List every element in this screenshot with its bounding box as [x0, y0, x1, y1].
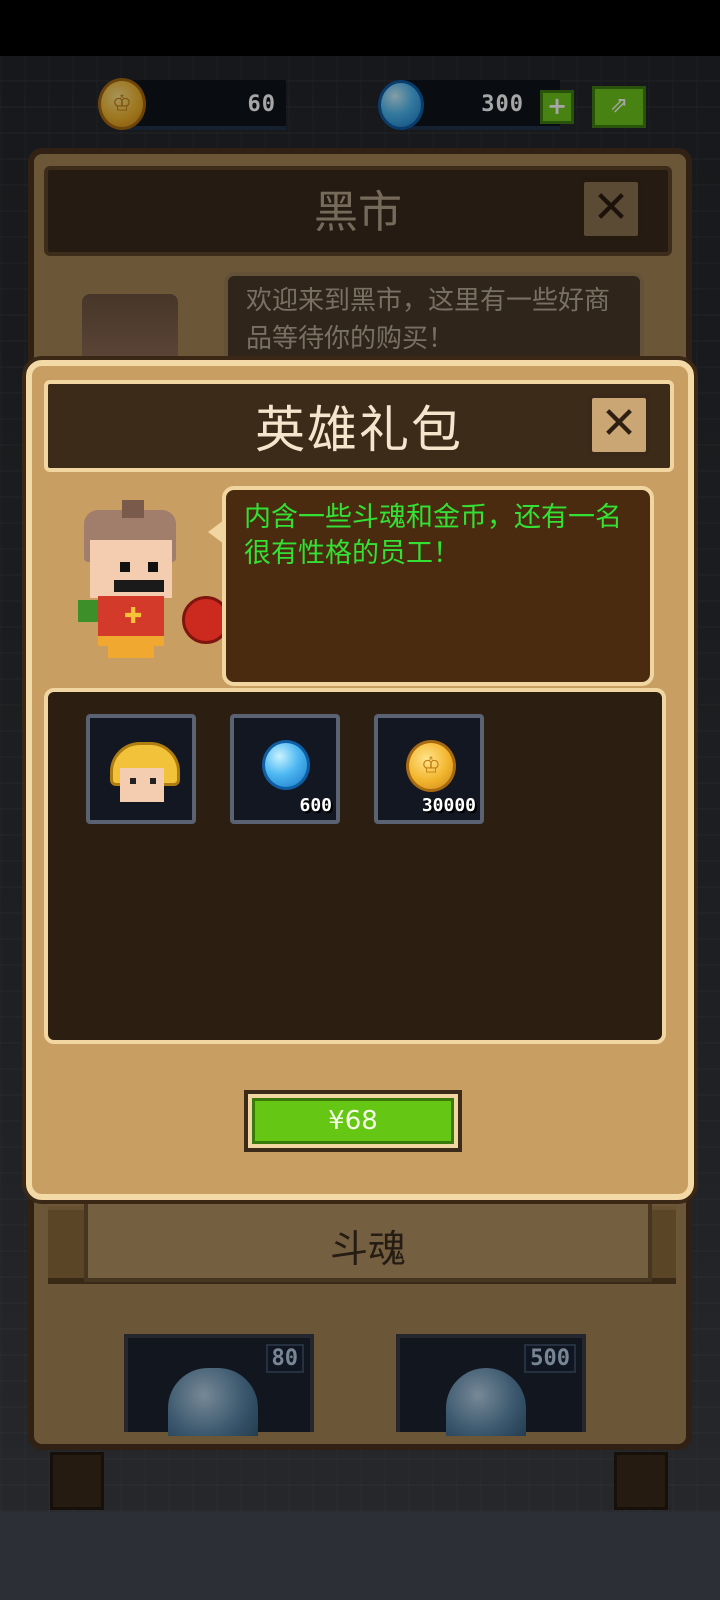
status-bar: [0, 0, 720, 56]
content-slot-hero[interactable]: [86, 714, 196, 824]
navigation-bar: [0, 1512, 720, 1600]
content-slot-gems[interactable]: 600: [230, 714, 340, 824]
content-slot-coins[interactable]: 30000: [374, 714, 484, 824]
gift-pack-close-button[interactable]: ✕: [588, 394, 650, 456]
close-icon: ✕: [600, 398, 638, 449]
gift-pack-description: 内含一些斗魂和金币，还有一名很有性格的员工！: [244, 502, 622, 569]
speech-bubble-tail: [208, 520, 224, 544]
coin-icon: [406, 740, 456, 792]
gem-icon: [262, 740, 310, 790]
content-count: 30000: [421, 795, 476, 816]
buy-button[interactable]: ¥68: [252, 1098, 454, 1144]
gift-pack-title: 英雄礼包: [255, 401, 463, 459]
content-count: 600: [299, 795, 332, 816]
